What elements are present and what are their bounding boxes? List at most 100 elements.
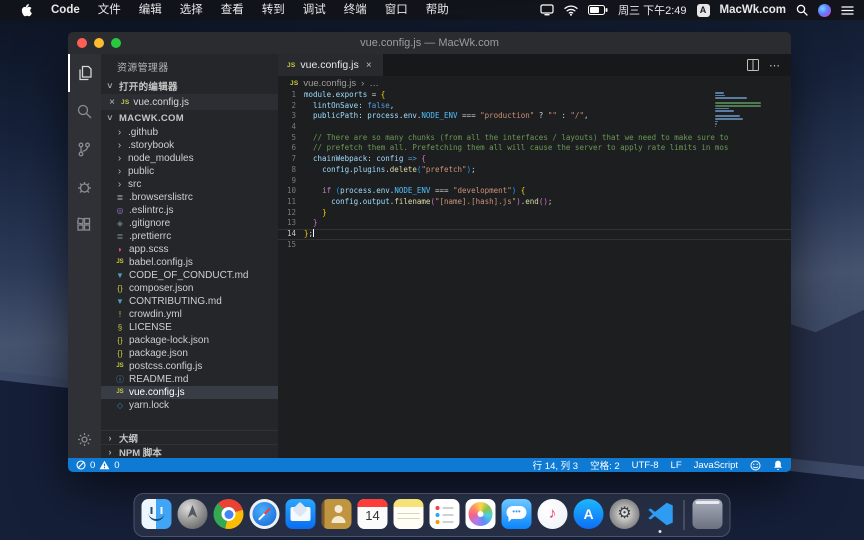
extensions-icon[interactable] [68,206,101,244]
input-source-icon[interactable]: A [697,4,710,17]
menu-item[interactable]: 窗口 [376,0,417,20]
minimap[interactable] [715,92,765,131]
explorer-icon[interactable] [68,54,101,92]
tree-item[interactable]: JSbabel.config.js [101,256,278,269]
code-line[interactable]: 9 [278,176,791,187]
status-bar-item[interactable]: 空格: 2 [590,458,620,472]
code-editor[interactable]: 1module.exports = {2 lintOnSave: false,3… [278,90,791,458]
menu-item[interactable]: 终端 [335,0,376,20]
split-editor-icon[interactable] [747,59,759,71]
tree-item[interactable]: {}package.json [101,347,278,360]
dock-calendar-icon[interactable]: 14 [358,499,388,531]
tree-item[interactable]: ›.storybook [101,139,278,152]
code-line[interactable]: 8 config.plugins.delete("prefetch"); [278,165,791,176]
dock-messages-icon[interactable] [502,499,532,531]
project-section-header[interactable]: ˅ MACWK.COM [101,110,278,126]
breadcrumb-file[interactable]: vue.config.js [303,78,356,89]
status-bar-item[interactable]: JavaScript [694,460,738,471]
tree-item[interactable]: ›.github [101,126,278,139]
warnings-count[interactable]: 0 [114,460,119,471]
dock-settings-icon[interactable]: ⚙ [610,499,640,531]
search-icon[interactable] [68,92,101,130]
tab-vue-config[interactable]: JS vue.config.js × [278,54,383,76]
dock-trash-icon[interactable] [693,499,723,531]
close-window-button[interactable] [77,38,87,48]
display-icon[interactable] [540,4,554,16]
status-bar-item[interactable]: UTF-8 [632,460,659,471]
code-line[interactable]: 13 } [278,218,791,229]
errors-icon[interactable] [76,460,86,470]
tree-item[interactable]: ◗app.scss [101,243,278,256]
more-actions-icon[interactable]: ⋯ [769,59,781,72]
settings-gear-icon[interactable] [68,420,101,458]
close-icon[interactable]: × [107,97,117,108]
tree-item[interactable]: {}composer.json [101,282,278,295]
open-editor-item[interactable]: × JS vue.config.js [101,94,278,110]
debug-icon[interactable] [68,168,101,206]
tree-item[interactable]: ⓘREADME.md [101,373,278,386]
tree-item[interactable]: ›src [101,178,278,191]
dock-notes-icon[interactable] [394,499,424,531]
dock-contacts-icon[interactable] [322,499,352,531]
breadcrumb[interactable]: JS vue.config.js › … [278,76,791,90]
feedback-smiley-icon[interactable] [750,460,761,471]
dock-launchpad-icon[interactable] [178,499,208,531]
tree-item[interactable]: ≣.browserslistrc [101,191,278,204]
tree-item[interactable]: ◇yarn.lock [101,399,278,412]
tree-item[interactable]: JSpostcss.config.js [101,360,278,373]
menu-item[interactable]: 查看 [212,0,253,20]
code-line[interactable]: 15 [278,240,791,251]
zoom-window-button[interactable] [111,38,121,48]
tree-item[interactable]: {}package-lock.json [101,334,278,347]
sidebar-section[interactable]: ›NPM 脚本 [101,444,278,458]
apple-menu[interactable] [10,3,42,17]
breadcrumb-symbol[interactable]: … [369,78,379,89]
dock-reminders-icon[interactable] [430,499,460,531]
open-editors-section[interactable]: ˅ 打开的编辑器 [101,78,278,94]
menu-bar-brand[interactable]: MacWk.com [720,4,786,16]
menu-item[interactable]: 帮助 [417,0,458,20]
spotlight-search-icon[interactable] [796,4,808,16]
dock-finder-icon[interactable] [142,499,172,531]
source-control-icon[interactable] [68,130,101,168]
dock-mail-icon[interactable] [286,499,316,531]
code-line[interactable]: 5 // There are so many chunks (from all … [278,133,791,144]
wifi-icon[interactable] [564,5,578,16]
tree-item[interactable]: ▼CONTRIBUTING.md [101,295,278,308]
code-line[interactable]: 10 if (process.env.NODE_ENV === "develop… [278,186,791,197]
dock-appstore-icon[interactable]: A [574,499,604,531]
tree-item[interactable]: !crowdin.yml [101,308,278,321]
menu-item[interactable]: 文件 [89,0,130,20]
menu-app-name[interactable]: Code [42,0,89,20]
code-line[interactable]: 14}; [278,229,791,240]
tree-item[interactable]: §LICENSE [101,321,278,334]
menu-bar-clock[interactable]: 周三 下午2:49 [618,2,686,18]
tree-item[interactable]: JSvue.config.js [101,386,278,399]
tree-item[interactable]: ›node_modules [101,152,278,165]
dock-itunes-icon[interactable]: ♪ [538,499,568,531]
battery-icon[interactable] [588,5,608,15]
code-line[interactable]: 6 // prefetch them all. Prefetching them… [278,143,791,154]
tree-item[interactable]: ◎.eslintrc.js [101,204,278,217]
dock-vscode-icon[interactable] [646,499,676,531]
tree-item[interactable]: ◈.gitignore [101,217,278,230]
tree-item[interactable]: ≣.prettierrc [101,230,278,243]
minimize-window-button[interactable] [94,38,104,48]
dock-photos-icon[interactable] [466,499,496,531]
tree-item[interactable]: ▼CODE_OF_CONDUCT.md [101,269,278,282]
code-line[interactable]: 11 config.output.filename("[name].[hash]… [278,197,791,208]
menu-item[interactable]: 编辑 [130,0,171,20]
warnings-icon[interactable] [99,460,110,470]
status-bar-item[interactable]: 行 14, 列 3 [533,458,578,472]
dock-safari-icon[interactable] [250,499,280,531]
siri-icon[interactable] [818,4,831,17]
tree-item[interactable]: ›public [101,165,278,178]
sidebar-section[interactable]: ›大纲 [101,430,278,444]
errors-count[interactable]: 0 [90,460,95,471]
close-tab-icon[interactable]: × [364,60,374,71]
menu-item[interactable]: 调试 [294,0,335,20]
notification-center-icon[interactable] [841,5,854,16]
notifications-bell-icon[interactable] [773,460,783,471]
status-bar-item[interactable]: LF [671,460,682,471]
window-title-bar[interactable]: vue.config.js — MacWk.com [68,32,791,54]
